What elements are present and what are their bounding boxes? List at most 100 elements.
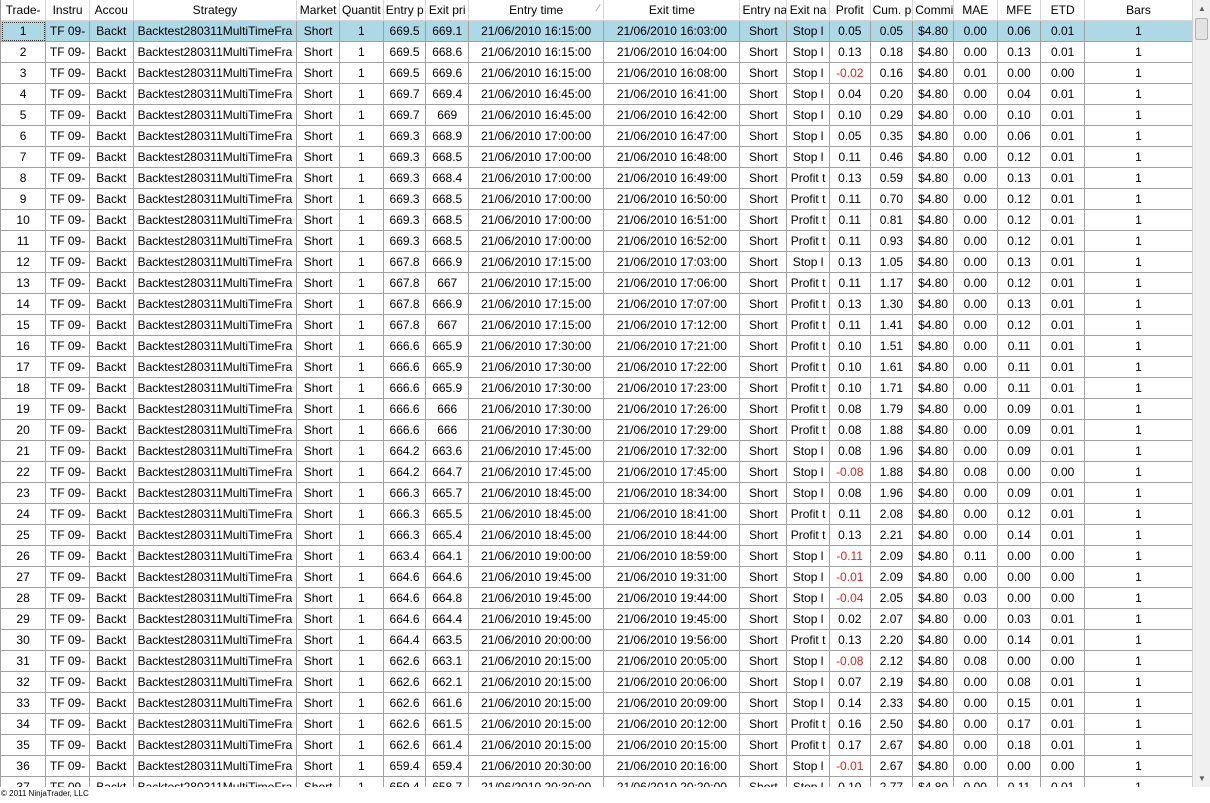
table-cell: 664.1 [425, 545, 470, 567]
table-row[interactable]: 3 TF 09- Backt Backtest280311MultiTimeFra Sh… [1, 62, 1192, 84]
table-row[interactable]: 18 TF 09- Backt Backtest280311MultiTimeFra S… [1, 377, 1192, 399]
column-header-market[interactable]: Market [296, 0, 340, 21]
table-cell: 669.7 [383, 104, 427, 126]
table-row[interactable]: 21 TF 09- Backt Backtest280311MultiTimeFra S… [1, 440, 1192, 462]
column-header-trade[interactable]: Trade- [1, 0, 47, 21]
table-cell: TF 09- [45, 755, 90, 777]
column-header-commi[interactable]: Commi [912, 0, 954, 21]
scroll-down-arrow-icon[interactable]: ▼ [1194, 770, 1210, 787]
table-cell: 21/06/2010 19:00:00 [468, 545, 605, 567]
table-row[interactable]: 12 TF 09- Backt Backtest280311MultiTimeFra S… [1, 251, 1192, 273]
table-cell: Backtest280311MultiTimeFra [133, 692, 298, 714]
column-header-etd[interactable]: ETD [1040, 0, 1086, 21]
table-cell: 0.00 [997, 650, 1042, 672]
table-cell: Stop l [786, 41, 830, 63]
table-cell: 663.1 [425, 650, 470, 672]
table-cell: Backtest280311MultiTimeFra [133, 104, 298, 126]
table-row[interactable]: 32 TF 09- Backt Backtest280311MultiTimeFra S… [1, 671, 1192, 693]
table-cell: 2.08 [870, 503, 914, 525]
table-row[interactable]: 17 TF 09- Backt Backtest280311MultiTimeFra S… [1, 356, 1192, 378]
table-row[interactable]: 29 TF 09- Backt Backtest280311MultiTimeFra S… [1, 608, 1192, 630]
table-cell: 666.6 [383, 377, 427, 399]
column-header-instru[interactable]: Instru [45, 0, 90, 21]
column-header-exit-na[interactable]: Exit na [786, 0, 830, 21]
table-row[interactable]: 1 TF 09- Backt Backtest280311MultiTimeFra Sh… [1, 20, 1192, 42]
table-row[interactable]: 30 TF 09- Backt Backtest280311MultiTimeFra S… [1, 629, 1192, 651]
table-cell: Short [296, 545, 340, 567]
column-header-cum-p[interactable]: Cum. p [870, 0, 914, 21]
table-cell: 0.12 [997, 314, 1042, 336]
table-cell: 25 [1, 524, 47, 546]
table-cell: Backt [89, 398, 134, 420]
table-row[interactable]: 15 TF 09- Backt Backtest280311MultiTimeFra S… [1, 314, 1192, 336]
column-header-exit-time[interactable]: Exit time [603, 0, 741, 21]
table-row[interactable]: 20 TF 09- Backt Backtest280311MultiTimeFra S… [1, 419, 1192, 441]
table-cell: 1 [339, 146, 384, 168]
table-cell: Backt [89, 692, 134, 714]
column-header-entry-p[interactable]: Entry p [383, 0, 427, 21]
table-row[interactable]: 37 TF 09- Backt Backtest280311MultiTimeFra S… [1, 776, 1192, 787]
table-row[interactable]: 31 TF 09- Backt Backtest280311MultiTimeFra S… [1, 650, 1192, 672]
table-cell: Stop l [786, 755, 830, 777]
table-cell: 1 [1084, 755, 1192, 777]
table-row[interactable]: 36 TF 09- Backt Backtest280311MultiTimeFra S… [1, 755, 1192, 777]
column-header-entry-time[interactable]: Entry time ⁄ [468, 0, 605, 21]
column-header-quantit[interactable]: Quantit [339, 0, 384, 21]
table-row[interactable]: 24 TF 09- Backt Backtest280311MultiTimeFra S… [1, 503, 1192, 525]
table-cell: Stop l [786, 608, 830, 630]
table-cell: 21/06/2010 19:31:00 [603, 566, 741, 588]
table-cell: Short [739, 356, 788, 378]
table-row[interactable]: 8 TF 09- Backt Backtest280311MultiTimeFra Sh… [1, 167, 1192, 189]
table-cell: Short [739, 272, 788, 294]
column-header-bars[interactable]: Bars [1084, 0, 1192, 21]
scroll-up-arrow-icon[interactable]: ▲ [1194, 0, 1210, 17]
table-cell: 29 [1, 608, 47, 630]
table-row[interactable]: 28 TF 09- Backt Backtest280311MultiTimeFra S… [1, 587, 1192, 609]
table-row[interactable]: 16 TF 09- Backt Backtest280311MultiTimeFra S… [1, 335, 1192, 357]
table-row[interactable]: 5 TF 09- Backt Backtest280311MultiTimeFra Sh… [1, 104, 1192, 126]
table-row[interactable]: 23 TF 09- Backt Backtest280311MultiTimeFra S… [1, 482, 1192, 504]
table-cell: 1 [1084, 545, 1192, 567]
table-row[interactable]: 22 TF 09- Backt Backtest280311MultiTimeFra S… [1, 461, 1192, 483]
table-row[interactable]: 34 TF 09- Backt Backtest280311MultiTimeFra S… [1, 713, 1192, 735]
scrollbar-thumb[interactable] [1195, 18, 1208, 40]
vertical-scrollbar[interactable]: ▲ ▼ [1192, 0, 1210, 787]
table-row[interactable]: 6 TF 09- Backt Backtest280311MultiTimeFra Sh… [1, 125, 1192, 147]
table-cell: Backtest280311MultiTimeFra [133, 713, 298, 735]
table-row[interactable]: 25 TF 09- Backt Backtest280311MultiTimeFra S… [1, 524, 1192, 546]
table-cell: 21/06/2010 20:12:00 [603, 713, 741, 735]
table-cell: 0.09 [997, 482, 1042, 504]
table-row[interactable]: 14 TF 09- Backt Backtest280311MultiTimeFra S… [1, 293, 1192, 315]
table-cell: TF 09- [45, 608, 90, 630]
table-cell: 1 [339, 41, 384, 63]
column-header-entry-na[interactable]: Entry na [739, 0, 788, 21]
table-row[interactable]: 2 TF 09- Backt Backtest280311MultiTimeFra Sh… [1, 41, 1192, 63]
table-row[interactable]: 4 TF 09- Backt Backtest280311MultiTimeFra Sh… [1, 83, 1192, 105]
column-header-profit[interactable]: Profit [829, 0, 871, 21]
table-row[interactable]: 35 TF 09- Backt Backtest280311MultiTimeFra S… [1, 734, 1192, 756]
table-cell: Stop l [786, 650, 830, 672]
table-row[interactable]: 33 TF 09- Backt Backtest280311MultiTimeFra S… [1, 692, 1192, 714]
table-cell: Short [296, 188, 340, 210]
column-header-accou[interactable]: Accou [89, 0, 134, 21]
table-cell: 662.6 [383, 713, 427, 735]
table-cell: 22 [1, 461, 47, 483]
trades-grid[interactable]: Trade- Instru Accou Strategy Market Quantit En… [0, 0, 1192, 787]
table-cell: $4.80 [912, 524, 954, 546]
table-cell: 0.01 [1040, 104, 1086, 126]
table-row[interactable]: 26 TF 09- Backt Backtest280311MultiTimeFra S… [1, 545, 1192, 567]
table-row[interactable]: 7 TF 09- Backt Backtest280311MultiTimeFra Sh… [1, 146, 1192, 168]
column-header-strategy[interactable]: Strategy [133, 0, 298, 21]
column-header-exit-pri[interactable]: Exit pri [425, 0, 470, 21]
table-row[interactable]: 27 TF 09- Backt Backtest280311MultiTimeFra S… [1, 566, 1192, 588]
table-row[interactable]: 10 TF 09- Backt Backtest280311MultiTimeFra S… [1, 209, 1192, 231]
column-header-mae[interactable]: MAE [953, 0, 998, 21]
table-cell: $4.80 [912, 251, 954, 273]
table-row[interactable]: 9 TF 09- Backt Backtest280311MultiTimeFra Sh… [1, 188, 1192, 210]
table-cell: 1 [1084, 125, 1192, 147]
table-row[interactable]: 11 TF 09- Backt Backtest280311MultiTimeFra S… [1, 230, 1192, 252]
column-header-mfe[interactable]: MFE [997, 0, 1042, 21]
table-row[interactable]: 13 TF 09- Backt Backtest280311MultiTimeFra S… [1, 272, 1192, 294]
table-row[interactable]: 19 TF 09- Backt Backtest280311MultiTimeFra S… [1, 398, 1192, 420]
table-cell: 0.13 [997, 293, 1042, 315]
